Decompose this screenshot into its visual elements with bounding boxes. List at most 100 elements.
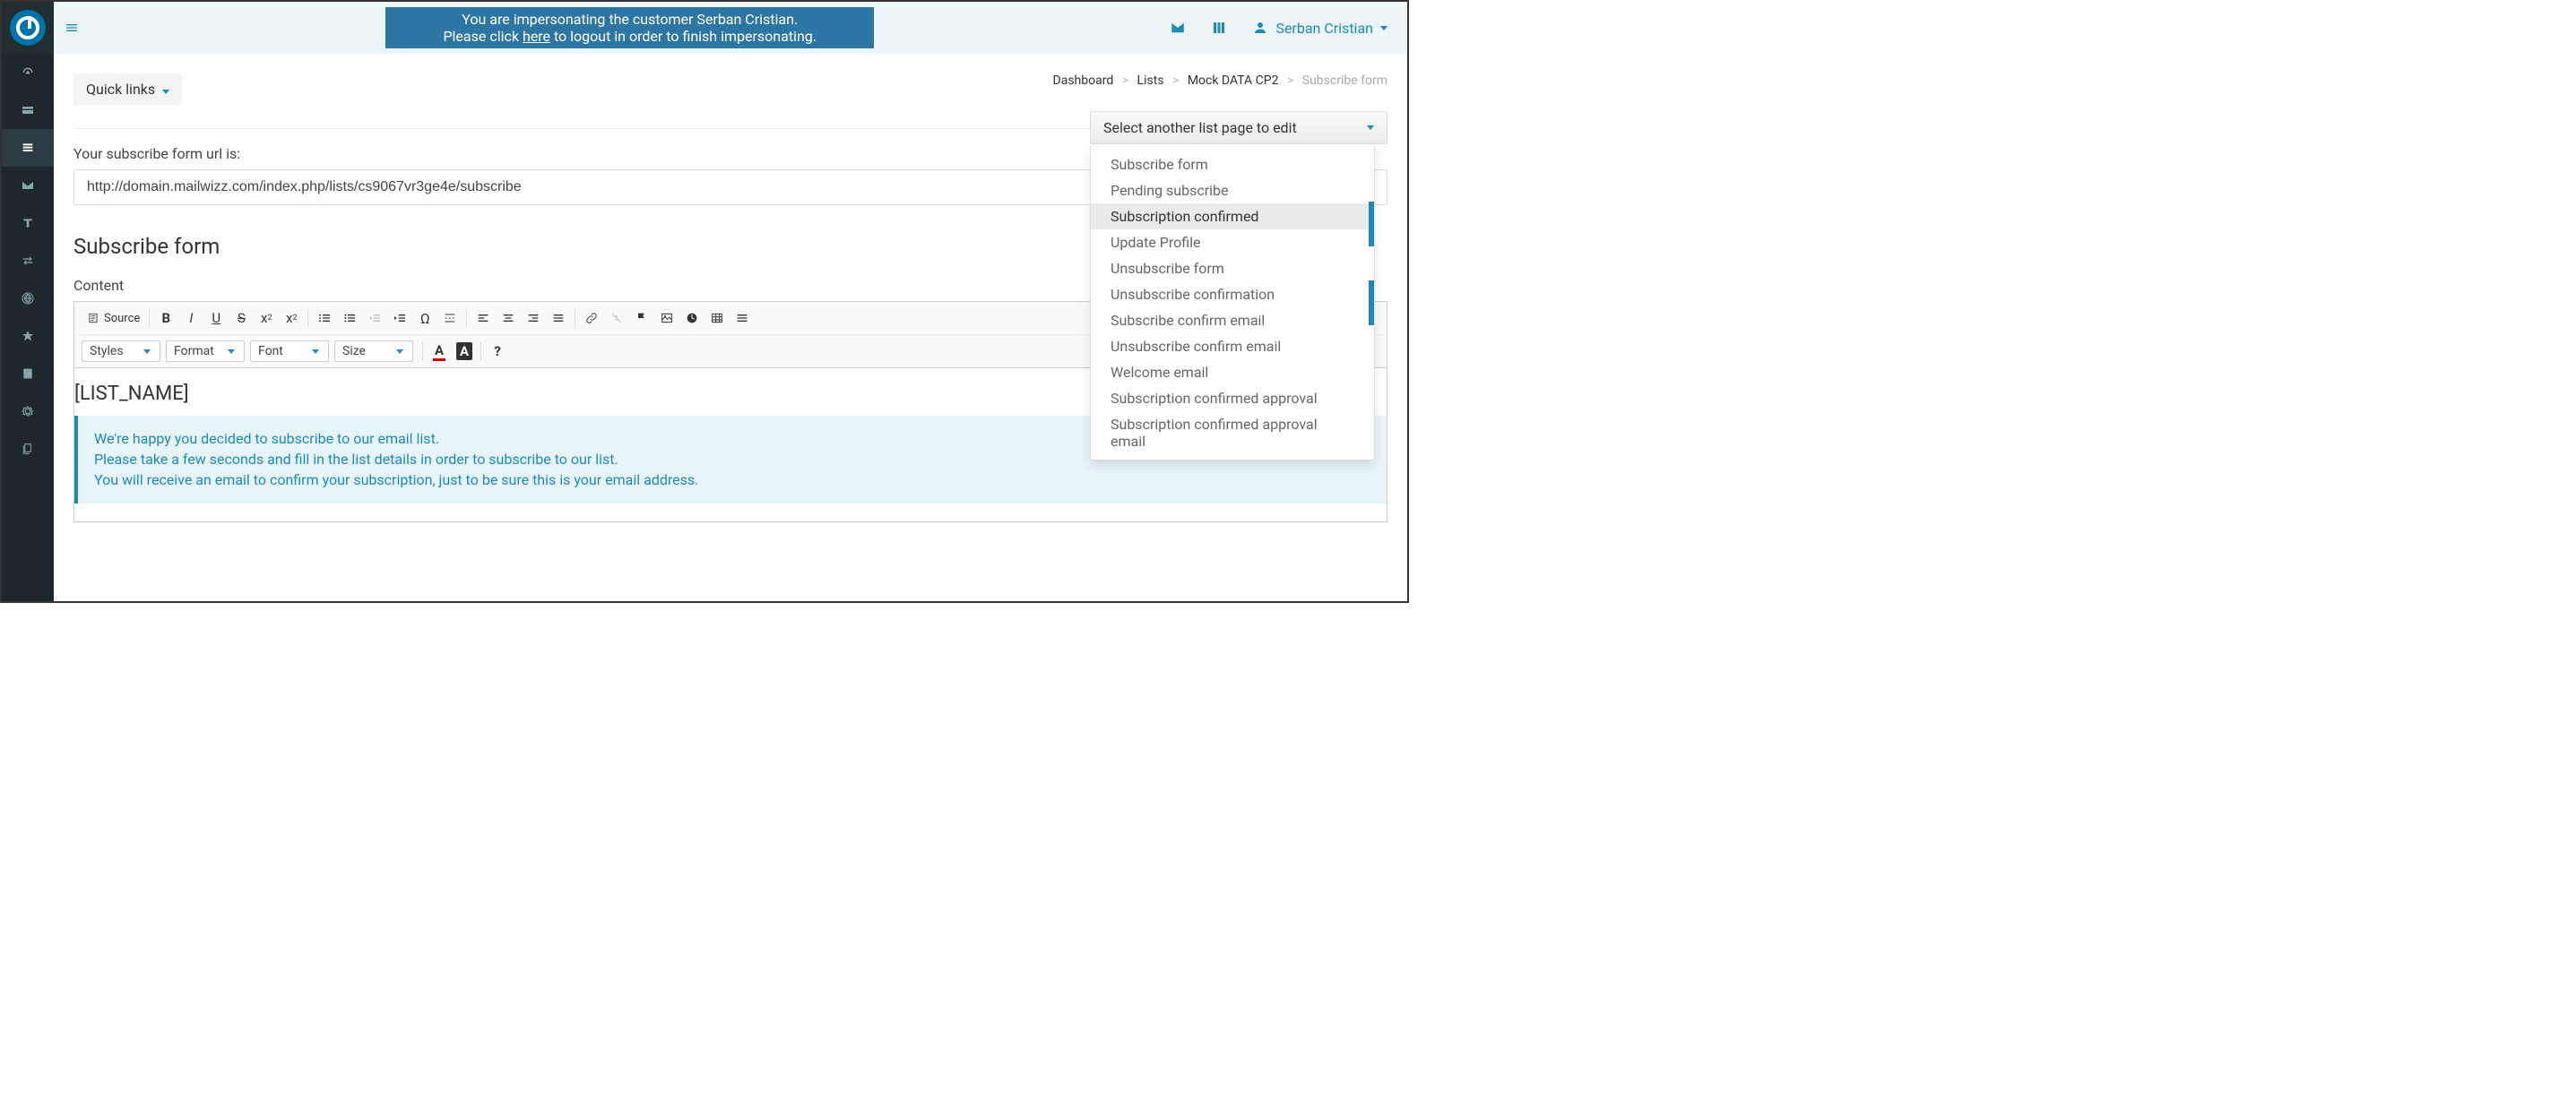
user-menu[interactable]: Serban Cristian	[1252, 20, 1387, 37]
page-option-pending-subscribe[interactable]: Pending subscribe	[1091, 177, 1374, 203]
nav-settings[interactable]	[2, 392, 54, 430]
impersonate-customer: Serban Cristian	[696, 11, 794, 28]
caret-down-icon	[1367, 125, 1374, 130]
globe-icon	[21, 291, 35, 306]
text-icon	[21, 216, 35, 230]
envelope-icon	[21, 178, 35, 193]
unlink-button	[604, 306, 629, 330]
link-icon	[584, 311, 599, 325]
brand-logo[interactable]	[2, 2, 54, 54]
book-icon	[21, 366, 35, 381]
page-option-subscription-confirmed-approval[interactable]: Subscription confirmed approval	[1091, 385, 1374, 411]
breadcrumb: Dashboard > Lists > Mock DATA CP2 > Subs…	[1053, 73, 1387, 88]
align-center-button[interactable]	[496, 306, 521, 330]
page-option-unsubscribe-form[interactable]: Unsubscribe form	[1091, 255, 1374, 281]
nav-lists[interactable]	[2, 129, 54, 167]
help-button[interactable]: ?	[485, 340, 510, 363]
nav-dashboard[interactable]	[2, 54, 54, 91]
nav-globe[interactable]	[2, 280, 54, 317]
breadcrumb-current: Subscribe form	[1302, 73, 1387, 88]
quick-links-button[interactable]: Quick links	[73, 73, 182, 105]
quick-links-label: Quick links	[86, 81, 155, 98]
page-option-subscription-confirmed[interactable]: Subscription confirmed	[1091, 203, 1374, 229]
table-button[interactable]	[705, 306, 730, 330]
embed-button[interactable]	[679, 306, 705, 330]
align-justify-button[interactable]	[546, 306, 571, 330]
link-button[interactable]	[579, 306, 604, 330]
pagebreak-button[interactable]	[437, 306, 462, 330]
page-option-subscribe-form[interactable]: Subscribe form	[1091, 151, 1374, 177]
page-select-button[interactable]: Select another list page to edit	[1090, 111, 1387, 144]
impersonate-logout-link[interactable]: here	[523, 28, 550, 45]
size-select[interactable]: Size	[334, 340, 413, 362]
unlink-icon	[609, 311, 624, 325]
scrollbar[interactable]	[1369, 202, 1374, 246]
page-option-welcome-email[interactable]: Welcome email	[1091, 359, 1374, 385]
align-left-button[interactable]	[471, 306, 496, 330]
ol-icon	[317, 311, 332, 325]
impersonate-line1-pre: You are impersonating the customer	[462, 11, 696, 28]
nav-copy[interactable]	[2, 430, 54, 468]
page-option-subscribe-confirm-email[interactable]: Subscribe confirm email	[1091, 307, 1374, 333]
caret-down-icon	[312, 349, 319, 354]
source-icon	[87, 312, 99, 324]
breadcrumb-listname[interactable]: Mock DATA CP2	[1188, 73, 1279, 88]
styles-select[interactable]: Styles	[82, 340, 160, 362]
user-name: Serban Cristian	[1275, 20, 1373, 37]
ol-button[interactable]	[312, 306, 337, 330]
ul-button[interactable]	[337, 306, 362, 330]
nav-cards[interactable]	[2, 91, 54, 129]
nav-books[interactable]	[2, 355, 54, 392]
indent-button[interactable]	[387, 306, 412, 330]
breadcrumb-lists[interactable]: Lists	[1137, 73, 1164, 88]
hr-button[interactable]	[730, 306, 755, 330]
topbar-right: Serban Cristian	[1170, 20, 1407, 37]
arrows-icon	[21, 254, 35, 268]
source-button[interactable]: Source	[82, 309, 145, 328]
nav-mail[interactable]	[2, 167, 54, 204]
font-select[interactable]: Font	[250, 340, 329, 362]
styles-label: Styles	[90, 344, 124, 358]
specialchar-button[interactable]: Ω	[412, 306, 437, 330]
table-icon	[710, 311, 724, 325]
library-icon[interactable]	[1211, 20, 1227, 36]
list-icon	[21, 141, 35, 155]
pagebreak-icon	[443, 311, 457, 325]
page-option-unsubscribe-confirm-email[interactable]: Unsubscribe confirm email	[1091, 333, 1374, 359]
bold-button[interactable]: B	[153, 306, 178, 330]
nav-star[interactable]	[2, 317, 54, 355]
nav-flow[interactable]	[2, 242, 54, 280]
caret-down-icon	[143, 349, 151, 354]
impersonate-line2-post: to logout in order to finish impersonati…	[550, 28, 817, 45]
anchor-button[interactable]	[629, 306, 654, 330]
text-color-button[interactable]: A	[427, 340, 452, 363]
image-button[interactable]	[654, 306, 679, 330]
italic-button[interactable]: I	[178, 306, 203, 330]
align-left-icon	[476, 311, 490, 325]
source-label: Source	[104, 312, 140, 325]
superscript-button[interactable]: x2	[279, 306, 304, 330]
align-right-button[interactable]	[521, 306, 546, 330]
embed-icon	[685, 311, 699, 325]
breadcrumb-dashboard[interactable]: Dashboard	[1053, 73, 1114, 88]
bars-icon	[65, 21, 79, 35]
sidebar	[2, 2, 54, 601]
page-option-subscription-confirmed-approval-email[interactable]: Subscription confirmed approval email	[1091, 411, 1374, 454]
messages-icon[interactable]	[1170, 20, 1186, 36]
impersonate-line1-post: .	[794, 11, 798, 28]
format-label: Format	[174, 344, 214, 358]
format-select[interactable]: Format	[166, 340, 245, 362]
bg-color-button[interactable]: A	[452, 340, 477, 363]
scrollbar[interactable]	[1369, 280, 1374, 325]
page-option-unsubscribe-confirmation[interactable]: Unsubscribe confirmation	[1091, 281, 1374, 307]
nav-text[interactable]	[2, 204, 54, 242]
impersonate-banner: You are impersonating the customer Serba…	[385, 7, 874, 48]
underline-button[interactable]: U	[203, 306, 229, 330]
menu-toggle-button[interactable]	[54, 2, 90, 54]
subscript-button[interactable]: x2	[254, 306, 279, 330]
outdent-icon	[367, 311, 382, 325]
page-option-update-profile[interactable]: Update Profile	[1091, 229, 1374, 255]
strike-button[interactable]: S	[229, 306, 254, 330]
flag-icon	[635, 311, 649, 325]
copy-icon	[21, 442, 35, 456]
